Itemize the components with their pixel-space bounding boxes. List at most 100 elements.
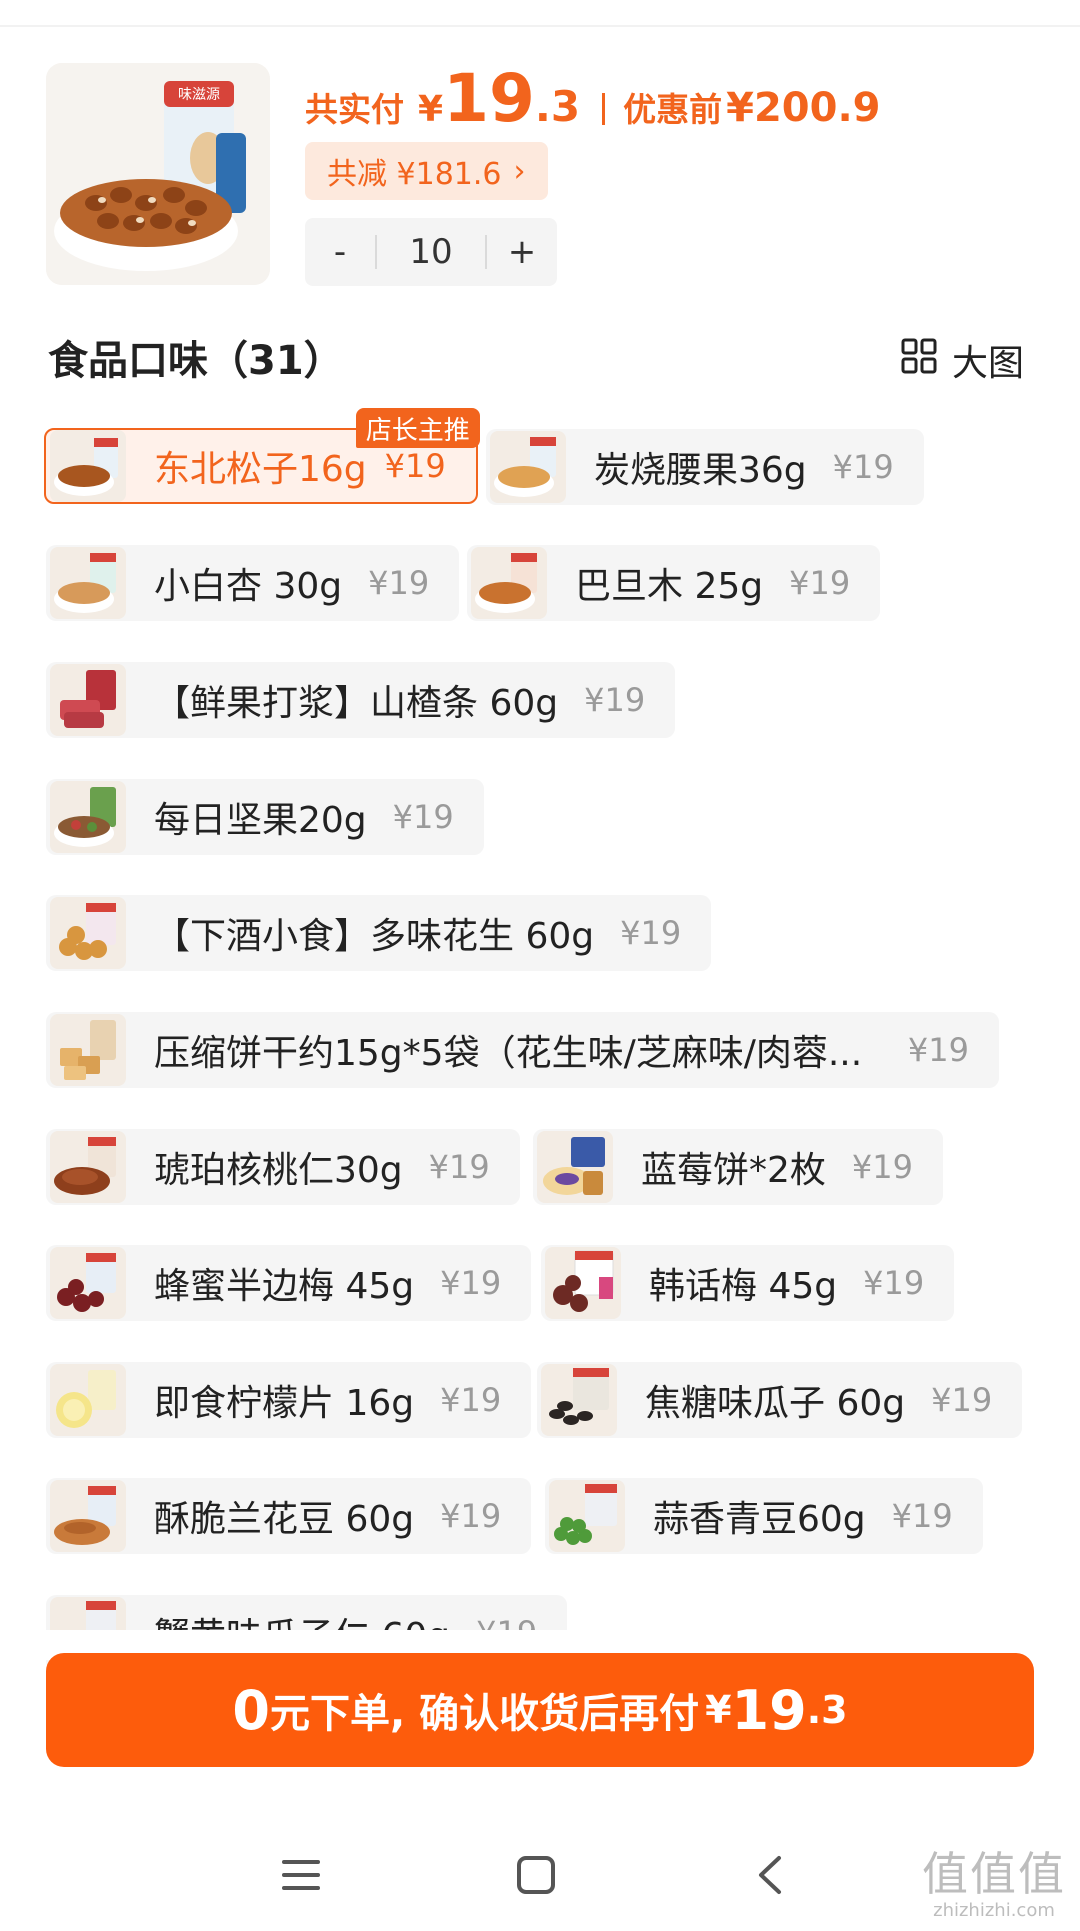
flavor-option-sunflower-seeds[interactable]: 焦糖味瓜子 60g ¥19 — [537, 1362, 1023, 1438]
flavor-option-walnut[interactable]: 琥珀核桃仁30g ¥19 — [46, 1129, 520, 1205]
flavor-option-apricot-kernel[interactable]: 小白杏 30g ¥19 — [46, 545, 460, 621]
cta-zero: 0 — [232, 1678, 270, 1742]
option-price: ¥19 — [428, 1148, 490, 1186]
pack-brand-text: 味滋源 — [178, 87, 220, 103]
option-price: ¥19 — [440, 1497, 502, 1535]
almond-thumbnail — [471, 547, 547, 619]
menu-icon[interactable] — [266, 1840, 336, 1910]
plum-thumbnail — [545, 1247, 621, 1319]
option-price: ¥19 — [440, 1264, 502, 1302]
lemon-thumbnail — [50, 1364, 126, 1436]
price-separator — [602, 93, 606, 125]
home-icon[interactable] — [501, 1840, 571, 1910]
quantity-stepper: - 10 + — [305, 218, 557, 286]
option-price: ¥19 — [832, 448, 894, 486]
decrement-button[interactable]: - — [305, 232, 375, 272]
option-name: 酥脆兰花豆 60g — [154, 1499, 415, 1540]
cta-text: 元下单, 确认收货后再付 — [269, 1691, 700, 1737]
total-pay-label: 共实付 — [305, 90, 404, 129]
mixed-nuts-thumbnail — [50, 781, 126, 853]
option-name: 小白杏 30g — [154, 566, 343, 607]
total-pay-integer: 19 — [443, 60, 535, 137]
blueberry-cake-thumbnail — [537, 1131, 613, 1203]
option-price: ¥19 — [584, 681, 646, 719]
apricot-kernel-thumbnail — [50, 547, 126, 619]
chevron-right-icon: › — [513, 153, 526, 189]
option-price: ¥19 — [789, 564, 851, 602]
total-pay-decimal: .3 — [534, 82, 581, 131]
honey-plum-thumbnail — [50, 1247, 126, 1319]
flavor-option-plum[interactable]: 韩话梅 45g ¥19 — [541, 1245, 955, 1321]
flavor-option-peanut[interactable]: 【下酒小食】多味花生 60g ¥19 — [46, 895, 712, 971]
option-name: 【下酒小食】多味花生 60g — [154, 916, 595, 957]
watermark-url: zhizhizhi.com — [933, 1900, 1055, 1921]
option-price: ¥19 — [851, 1148, 913, 1186]
large-image-view-toggle[interactable]: 大图 — [900, 334, 1024, 386]
pine-nuts-thumbnail — [50, 430, 126, 502]
flavor-option-cashew[interactable]: 炭烧腰果36g ¥19 — [486, 429, 924, 505]
flavor-option-mixed-nuts[interactable]: 每日坚果20g ¥19 — [46, 779, 484, 855]
discount-text: 共减 ¥181.6 — [327, 157, 502, 192]
option-name: 琥珀核桃仁30g — [154, 1150, 403, 1191]
product-image: 味滋源 — [46, 63, 270, 285]
cashew-thumbnail — [490, 431, 566, 503]
before-discount-label: 优惠前 — [623, 90, 723, 129]
option-price: ¥19 — [440, 1381, 502, 1419]
price-summary: 共实付 ¥ 19 .3 优惠前 ¥200.9 — [305, 60, 880, 140]
option-name: 蓝莓饼*2枚 — [641, 1150, 826, 1191]
walnut-thumbnail — [50, 1131, 126, 1203]
store-recommend-badge: 店长主推 — [355, 408, 480, 448]
option-name: 炭烧腰果36g — [594, 450, 807, 491]
cta-amount-decimal: .3 — [806, 1688, 848, 1732]
option-name: 每日坚果20g — [154, 800, 367, 841]
option-price: ¥19 — [907, 1031, 969, 1069]
quantity-value[interactable]: 10 — [377, 232, 485, 272]
flavor-option-pine-nuts[interactable]: 东北松子16g ¥19 店长主推 — [44, 408, 480, 504]
green-peas-thumbnail — [549, 1480, 625, 1552]
peanut-thumbnail — [50, 897, 126, 969]
flavor-option-almond[interactable]: 巴旦木 25g ¥19 — [467, 545, 881, 621]
option-price: ¥19 — [620, 914, 682, 952]
back-icon[interactable] — [735, 1840, 805, 1910]
site-watermark: 值值值 zhizhizhi.com — [922, 1838, 1066, 1921]
option-price: ¥19 — [384, 447, 446, 485]
flavor-option-biscuit[interactable]: 压缩饼干约15g*5袋（花生味/芝麻味/肉蓉... ¥19 — [46, 1012, 999, 1088]
increment-button[interactable]: + — [487, 232, 557, 272]
option-price: ¥19 — [863, 1264, 925, 1302]
option-name: 东北松子16g — [154, 449, 367, 490]
cta-amount-integer: 19 — [731, 1678, 807, 1742]
biscuit-thumbnail — [50, 1014, 126, 1086]
option-name: 蜂蜜半边梅 45g — [154, 1266, 415, 1307]
option-price: ¥19 — [931, 1381, 993, 1419]
place-order-button[interactable]: 0 元下单, 确认收货后再付 ¥ 19 .3 — [46, 1653, 1034, 1767]
hawthorn-thumbnail — [50, 664, 126, 736]
option-name: 韩话梅 45g — [649, 1266, 838, 1307]
option-name: 【鲜果打浆】山楂条 60g — [154, 683, 559, 724]
cta-currency: ¥ — [705, 1688, 732, 1732]
option-price: ¥19 — [392, 798, 454, 836]
flavor-option-green-peas[interactable]: 蒜香青豆60g ¥19 — [545, 1478, 983, 1554]
before-discount-value: ¥200.9 — [726, 85, 881, 131]
flavor-option-blueberry-cake[interactable]: 蓝莓饼*2枚 ¥19 — [533, 1129, 943, 1205]
flavor-option-broad-bean[interactable]: 酥脆兰花豆 60g ¥19 — [46, 1478, 532, 1554]
flavor-option-lemon[interactable]: 即食柠檬片 16g ¥19 — [46, 1362, 532, 1438]
discount-detail-button[interactable]: 共减 ¥181.6 › — [305, 142, 548, 200]
flavor-option-hawthorn[interactable]: 【鲜果打浆】山楂条 60g ¥19 — [46, 662, 676, 738]
option-name: 压缩饼干约15g*5袋（花生味/芝麻味/肉蓉... — [154, 1033, 863, 1074]
flavor-option-honey-plum[interactable]: 蜂蜜半边梅 45g ¥19 — [46, 1245, 532, 1321]
option-name: 巴旦木 25g — [575, 566, 764, 607]
option-price: ¥19 — [891, 1497, 953, 1535]
option-name: 蒜香青豆60g — [653, 1499, 866, 1540]
flavor-section-title: 食品口味（31） — [48, 338, 344, 384]
currency-symbol: ¥ — [418, 89, 444, 130]
broad-bean-thumbnail — [50, 1480, 126, 1552]
grid-icon — [900, 337, 938, 384]
watermark-mark: 值值值 — [922, 1847, 1066, 1901]
option-name: 即食柠檬片 16g — [154, 1383, 415, 1424]
sunflower-seeds-thumbnail — [541, 1364, 617, 1436]
system-nav-bar: 值值值 zhizhizhi.com — [0, 1820, 1080, 1931]
option-price: ¥19 — [368, 564, 430, 602]
view-toggle-label: 大图 — [951, 343, 1024, 384]
option-name: 焦糖味瓜子 60g — [645, 1383, 906, 1424]
top-divider — [0, 25, 1080, 27]
